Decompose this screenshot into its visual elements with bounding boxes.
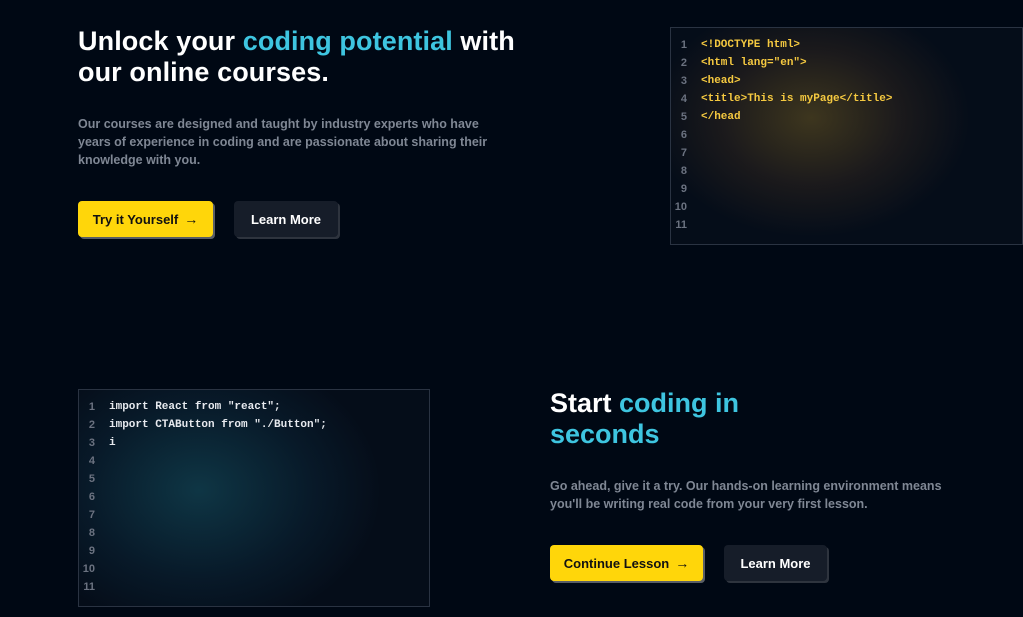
code-line: 6	[671, 126, 892, 144]
code-text: import CTAButton from "./Button";	[109, 419, 327, 431]
line-number: 1	[88, 401, 95, 413]
line-number: 10	[82, 563, 95, 575]
code-line: 1 import React from "react";	[79, 398, 327, 416]
code-text: <html lang="en">	[701, 57, 807, 69]
learn-more-label: Learn More	[740, 555, 811, 571]
code-line: 10	[79, 560, 327, 578]
code-line: 8	[671, 162, 892, 180]
hero-title: Unlock your coding potential with our on…	[78, 26, 548, 88]
code-line: 2 <html lang="en">	[671, 54, 892, 72]
line-number: 4	[88, 455, 95, 467]
continue-lesson-button[interactable]: Continue Lesson →	[550, 545, 703, 581]
hero-description: Our courses are designed and taught by i…	[78, 116, 488, 167]
line-number: 2	[680, 57, 687, 69]
code-line: 4	[79, 452, 327, 470]
line-number: 11	[83, 581, 95, 593]
code-editor-react[interactable]: 1 import React from "react"; 2 import CTABu…	[78, 389, 430, 607]
line-number: 9	[680, 183, 687, 195]
line-number: 7	[88, 509, 95, 521]
line-number: 10	[674, 201, 687, 213]
line-number: 2	[88, 419, 95, 431]
code-line: 5 </head	[671, 108, 892, 126]
line-number: 9	[88, 545, 95, 557]
code-line: 6	[79, 488, 327, 506]
code-line: 7	[79, 506, 327, 524]
code-editor-html[interactable]: 1 <!DOCTYPE html> 2 <html lang="en"> 3 <head>…	[670, 27, 1023, 245]
learn-more-button[interactable]: Learn More	[234, 201, 338, 237]
try-it-yourself-button[interactable]: Try it Yourself →	[78, 201, 213, 237]
code-line: 9	[671, 180, 892, 198]
line-number: 1	[680, 39, 687, 51]
arrow-right-icon: →	[675, 555, 690, 571]
code-text: <!DOCTYPE html>	[701, 39, 801, 51]
section-title-part1: Start	[550, 388, 620, 418]
line-number: 11	[675, 219, 687, 231]
code-line: 11	[79, 578, 327, 596]
line-number: 3	[680, 75, 687, 87]
code-lines: 1 import React from "react"; 2 import CTABu…	[79, 398, 327, 596]
code-line: 11	[671, 216, 892, 234]
hero-title-highlight: coding potential	[242, 26, 453, 56]
code-line: 7	[671, 144, 892, 162]
line-number: 5	[88, 473, 95, 485]
section-title: Start coding in seconds	[550, 388, 810, 450]
section-description: Go ahead, give it a try. Our hands-on le…	[550, 478, 942, 511]
try-it-yourself-label: Try it Yourself	[92, 211, 179, 227]
code-lines: 1 <!DOCTYPE html> 2 <html lang="en"> 3 <head>…	[671, 36, 893, 234]
code-line: 3 <head>	[671, 72, 892, 90]
line-number: 7	[680, 147, 687, 159]
code-line: 4 <title>This is myPage</title>	[671, 90, 893, 108]
code-text: <title>This is myPage</title>	[701, 93, 893, 105]
learn-more-button-2[interactable]: Learn More	[724, 545, 827, 581]
line-number: 8	[680, 165, 687, 177]
code-text: <head>	[701, 75, 741, 87]
learn-more-label: Learn More	[250, 211, 322, 227]
code-line: 8	[79, 524, 327, 542]
continue-lesson-label: Continue Lesson	[563, 555, 670, 571]
code-line: 5	[79, 470, 327, 488]
line-number: 6	[88, 491, 95, 503]
code-line: 10	[671, 198, 892, 216]
hero-title-part1: Unlock your	[78, 26, 243, 56]
code-line: 2 import CTAButton from "./Button";	[79, 416, 327, 434]
line-number: 8	[88, 527, 95, 539]
code-line: 3i	[79, 434, 327, 452]
code-text: i	[109, 437, 116, 449]
line-number: 5	[680, 111, 687, 123]
line-number: 3	[88, 437, 95, 449]
line-number: 4	[680, 93, 687, 105]
code-text: import React from "react";	[109, 401, 281, 413]
code-line: 1 <!DOCTYPE html>	[671, 36, 892, 54]
code-line: 9	[79, 542, 327, 560]
line-number: 6	[680, 129, 687, 141]
code-text: </head	[701, 111, 741, 123]
arrow-right-icon: →	[184, 211, 199, 227]
